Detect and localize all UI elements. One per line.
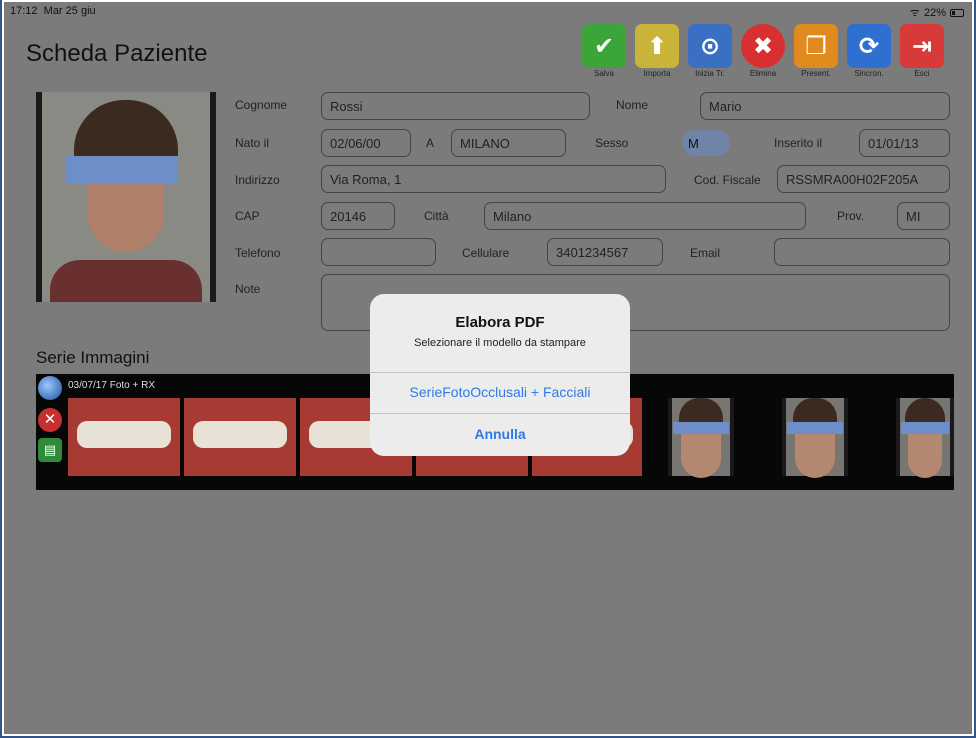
nome-field[interactable]: Mario <box>700 92 950 120</box>
cognome-label: Cognome <box>235 98 288 112</box>
series-title: Serie Immagini <box>36 348 150 367</box>
screen: 17:12 Mar 25 giu ᯤ 22% Scheda Paziente ✔… <box>4 2 972 734</box>
cap-label: CAP <box>235 209 260 223</box>
exit-icon: ⇥ <box>900 24 944 68</box>
cognome-field[interactable]: Rossi <box>321 92 590 120</box>
phone-field[interactable] <box>321 238 436 266</box>
telefono-label: Telefono <box>235 246 281 260</box>
smile-face-thumb[interactable] <box>896 398 954 478</box>
privacy-bar <box>66 156 178 184</box>
cf-label: Cod. Fiscale <box>694 173 761 187</box>
email-label: Email <box>690 246 721 260</box>
nome-label: Nome <box>616 98 649 112</box>
occlusal-photo-thumb[interactable] <box>68 398 180 476</box>
note-label: Note <box>235 282 261 296</box>
mobile-field[interactable]: 3401234567 <box>547 238 663 266</box>
cellulare-label: Cellulare <box>462 246 510 260</box>
pdf-alert-dialog: Elabora PDF Selezionare il modello da st… <box>370 294 630 456</box>
series-entry-label: 03/07/17 Foto + RX <box>68 380 156 391</box>
cancel-button[interactable]: Annulla <box>370 414 630 454</box>
birthdate-field[interactable]: 02/06/00 <box>321 129 411 157</box>
delete-button[interactable]: ✖ Elimina <box>739 24 787 80</box>
profile-photo-thumb[interactable] <box>668 398 734 478</box>
folder-upload-icon: ⬆ <box>635 24 679 68</box>
start-treatment-icon: ⊙ <box>688 24 732 68</box>
battery-icon <box>950 8 964 17</box>
delete-icon: ✖ <box>741 24 785 68</box>
wifi-icon: ᯤ <box>909 7 920 19</box>
gender-toggle[interactable]: M <box>682 130 730 156</box>
province-field[interactable]: MI <box>897 202 950 230</box>
status-time: 17:12 Mar 25 giu <box>10 5 96 17</box>
toolbar: ✔ Salva ⬆ Importa ⊙ Inizia Tr. ✖ Elimina… <box>580 24 946 80</box>
status-right: ᯤ 22% <box>910 5 964 20</box>
nato-label: Nato il <box>235 136 270 150</box>
indirizzo-label: Indirizzo <box>235 173 280 187</box>
sync-icon: ⟳ <box>847 24 891 68</box>
cap-field[interactable]: 20146 <box>321 202 395 230</box>
sync-button[interactable]: ⟳ Sincron. <box>845 24 893 80</box>
email-field[interactable] <box>774 238 950 266</box>
frontal-face-thumb[interactable] <box>782 398 848 478</box>
import-button[interactable]: ⬆ Importa <box>633 24 681 80</box>
patient-photo[interactable] <box>36 92 216 302</box>
presentation-button[interactable]: ❐ Present. <box>792 24 840 80</box>
prov-label: Prov. <box>837 209 865 223</box>
save-button[interactable]: ✔ Salva <box>580 24 628 80</box>
battery-percent: 22% <box>923 6 946 19</box>
alert-message: Selezionare il modello da stampare <box>414 337 586 349</box>
start-treatment-button[interactable]: ⊙ Inizia Tr. <box>686 24 734 80</box>
birthplace-field[interactable]: MILANO <box>451 129 566 157</box>
city-field[interactable]: Milano <box>484 202 806 230</box>
app-frame: 17:12 Mar 25 giu ᯤ 22% Scheda Paziente ✔… <box>0 0 976 738</box>
presentation-icon: ❐ <box>794 24 838 68</box>
delete-series-icon[interactable]: ✕ <box>38 408 62 432</box>
print-series-icon[interactable]: ▤ <box>38 438 62 462</box>
series-globe-icon[interactable] <box>38 376 62 400</box>
address-field[interactable]: Via Roma, 1 <box>321 165 666 193</box>
sesso-label: Sesso <box>595 136 629 150</box>
template-option-button[interactable]: SerieFotoOcclusali + Facciali <box>370 372 630 412</box>
page-title: Scheda Paziente <box>26 40 208 67</box>
status-bar: 17:12 Mar 25 giu ᯤ 22% <box>4 2 972 20</box>
citta-label: Città <box>424 209 449 223</box>
fiscal-code-field[interactable]: RSSMRA00H02F205A <box>777 165 950 193</box>
inserted-date-field[interactable]: 01/01/13 <box>859 129 950 157</box>
check-icon: ✔ <box>582 24 626 68</box>
birthplace-label: A <box>426 136 435 150</box>
frontal-teeth-thumb[interactable] <box>184 398 296 476</box>
exit-button[interactable]: ⇥ Esci <box>898 24 946 80</box>
alert-title: Elabora PDF <box>455 314 545 331</box>
inserito-label: Inserito il <box>774 136 823 150</box>
